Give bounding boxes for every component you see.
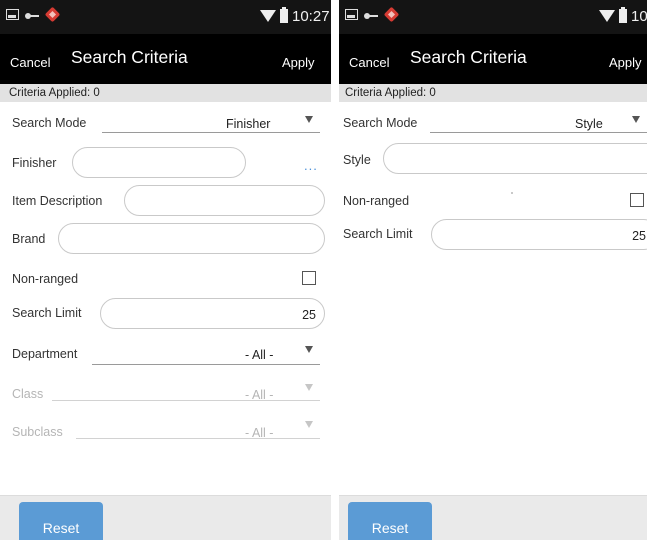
search-limit-label: Search Limit: [343, 227, 413, 241]
item-description-label: Item Description: [12, 194, 103, 208]
finisher-lookup-button[interactable]: ...: [304, 158, 318, 173]
cancel-button[interactable]: Cancel: [349, 55, 389, 70]
key-icon: [25, 13, 39, 19]
app-bar: Cancel Search Criteria Apply: [339, 34, 647, 84]
image-notification-icon: [6, 9, 19, 20]
non-ranged-checkbox[interactable]: [302, 271, 316, 285]
search-mode-label: Search Mode: [343, 116, 418, 130]
search-limit-label: Search Limit: [12, 306, 82, 320]
department-label: Department: [12, 347, 78, 361]
key-icon: [364, 13, 378, 19]
chevron-down-icon: [305, 346, 313, 353]
footer-bar: Reset: [0, 495, 331, 540]
cancel-button[interactable]: Cancel: [10, 55, 50, 70]
reset-button[interactable]: Reset: [19, 502, 103, 540]
search-mode-value: Style: [575, 117, 603, 131]
chevron-down-icon: [632, 116, 640, 123]
criteria-applied-bar: Criteria Applied: 0: [339, 84, 647, 102]
wifi-icon: [599, 10, 615, 22]
class-select[interactable]: [52, 400, 320, 401]
non-ranged-checkbox[interactable]: [630, 193, 644, 207]
alert-icon: [45, 6, 61, 24]
app-bar: Cancel Search Criteria Apply: [0, 34, 331, 84]
finisher-input[interactable]: [72, 147, 246, 178]
chevron-down-icon: [305, 384, 313, 391]
item-description-input[interactable]: [124, 185, 325, 216]
screen-finisher-search: 10:27 Cancel Search Criteria Apply Crite…: [0, 0, 331, 540]
clock: 10:27: [292, 8, 330, 25]
search-mode-label: Search Mode: [12, 116, 87, 130]
search-limit-input[interactable]: 25: [431, 219, 647, 250]
style-label: Style: [343, 153, 371, 167]
wifi-icon: [260, 10, 276, 22]
search-mode-select[interactable]: [102, 132, 320, 133]
battery-icon: [619, 7, 627, 23]
image-notification-icon: [345, 9, 358, 20]
battery-icon: [280, 7, 288, 23]
page-title: Search Criteria: [410, 47, 527, 67]
criteria-applied-bar: Criteria Applied: 0: [0, 84, 331, 102]
class-value: - All -: [245, 388, 274, 402]
style-input[interactable]: [383, 143, 647, 174]
subclass-value: - All -: [245, 426, 274, 440]
class-label: Class: [12, 387, 44, 401]
finisher-label: Finisher: [12, 156, 57, 170]
alert-icon: [384, 6, 400, 24]
department-select[interactable]: [92, 364, 320, 365]
department-value: - All -: [245, 348, 274, 362]
chevron-down-icon: [305, 421, 313, 428]
page-title: Search Criteria: [71, 47, 188, 67]
non-ranged-label: Non-ranged: [343, 194, 410, 208]
non-ranged-label: Non-ranged: [12, 272, 79, 286]
apply-button[interactable]: Apply: [282, 55, 315, 70]
brand-label: Brand: [12, 232, 46, 246]
status-bar: 10:27: [0, 0, 331, 34]
subclass-label: Subclass: [12, 425, 63, 439]
subclass-select[interactable]: [76, 438, 320, 439]
search-mode-value: Finisher: [226, 117, 271, 131]
screen-style-search: 10:27 Cancel Search Criteria Apply Crite…: [339, 0, 647, 540]
stray-dot: [511, 192, 513, 194]
search-mode-select[interactable]: [430, 132, 647, 133]
reset-button[interactable]: Reset: [348, 502, 432, 540]
brand-input[interactable]: [58, 223, 325, 254]
clock: 10:27: [631, 8, 647, 25]
footer-bar: Reset: [339, 495, 647, 540]
status-bar: 10:27: [339, 0, 647, 34]
apply-button[interactable]: Apply: [609, 55, 642, 70]
search-limit-input[interactable]: 25: [100, 298, 325, 329]
chevron-down-icon: [305, 116, 313, 123]
